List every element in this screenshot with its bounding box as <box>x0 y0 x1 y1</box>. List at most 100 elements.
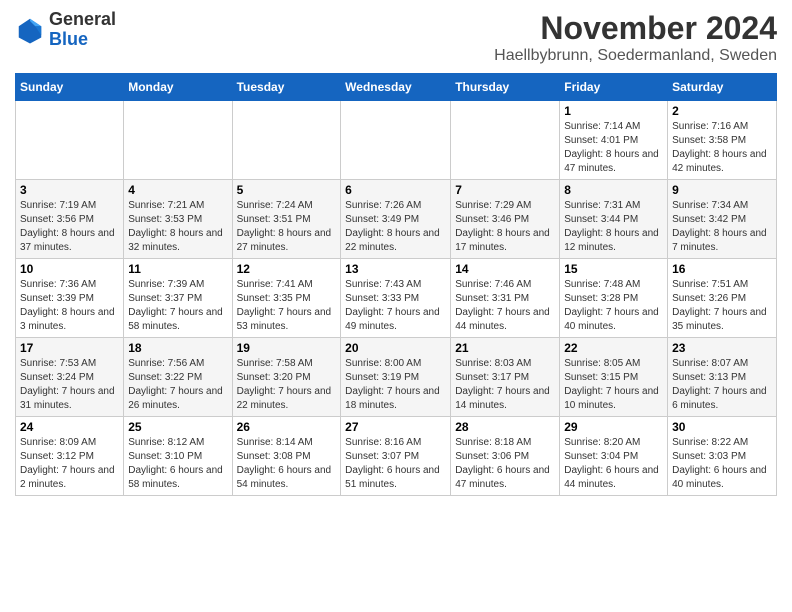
location-title: Haellbybrunn, Soedermanland, Sweden <box>494 47 777 65</box>
logo-icon <box>15 15 45 45</box>
day-info: Sunrise: 8:18 AMSunset: 3:06 PMDaylight:… <box>455 436 555 492</box>
calendar-cell: 29 Sunrise: 8:20 AMSunset: 3:04 PMDayligh… <box>560 417 668 496</box>
day-info: Sunrise: 7:29 AMSunset: 3:46 PMDaylight:… <box>455 199 555 255</box>
day-number: 10 <box>20 262 119 276</box>
weekday-header-saturday: Saturday <box>668 74 777 101</box>
day-info: Sunrise: 7:48 AMSunset: 3:28 PMDaylight:… <box>564 278 663 334</box>
day-info: Sunrise: 7:53 AMSunset: 3:24 PMDaylight:… <box>20 357 119 413</box>
day-number: 13 <box>345 262 446 276</box>
calendar-cell: 5 Sunrise: 7:24 AMSunset: 3:51 PMDaylight… <box>232 180 341 259</box>
day-number: 1 <box>564 104 663 118</box>
day-number: 24 <box>20 420 119 434</box>
calendar-cell: 11Sunrise: 7:39 AMSunset: 3:37 PMDayligh… <box>124 259 232 338</box>
day-number: 26 <box>237 420 337 434</box>
day-number: 22 <box>564 341 663 355</box>
day-info: Sunrise: 7:34 AMSunset: 3:42 PMDaylight:… <box>672 199 772 255</box>
calendar-cell <box>124 101 232 180</box>
month-title: November 2024 <box>494 10 777 47</box>
day-number: 21 <box>455 341 555 355</box>
day-number: 15 <box>564 262 663 276</box>
day-info: Sunrise: 7:24 AMSunset: 3:51 PMDaylight:… <box>237 199 337 255</box>
day-number: 20 <box>345 341 446 355</box>
week-row-3: 10 Sunrise: 7:36 AMSunset: 3:39 PMDayligh… <box>16 259 777 338</box>
calendar-cell: 19Sunrise: 7:58 AMSunset: 3:20 PMDayligh… <box>232 338 341 417</box>
calendar-cell: 9 Sunrise: 7:34 AMSunset: 3:42 PMDaylight… <box>668 180 777 259</box>
day-number: 28 <box>455 420 555 434</box>
day-info: Sunrise: 8:00 AMSunset: 3:19 PMDaylight:… <box>345 357 446 413</box>
day-number: 23 <box>672 341 772 355</box>
calendar-cell: 1 Sunrise: 7:14 AMSunset: 4:01 PMDaylight… <box>560 101 668 180</box>
calendar-cell <box>232 101 341 180</box>
day-info: Sunrise: 7:51 AMSunset: 3:26 PMDaylight:… <box>672 278 772 334</box>
calendar-cell: 4 Sunrise: 7:21 AMSunset: 3:53 PMDaylight… <box>124 180 232 259</box>
weekday-header-row: SundayMondayTuesdayWednesdayThursdayFrid… <box>16 74 777 101</box>
logo: General Blue <box>15 10 116 50</box>
day-info: Sunrise: 7:16 AMSunset: 3:58 PMDaylight:… <box>672 120 772 176</box>
calendar-cell: 16 Sunrise: 7:51 AMSunset: 3:26 PMDayligh… <box>668 259 777 338</box>
day-info: Sunrise: 7:39 AMSunset: 3:37 PMDaylight:… <box>128 278 227 334</box>
day-number: 30 <box>672 420 772 434</box>
week-row-5: 24Sunrise: 8:09 AMSunset: 3:12 PMDayligh… <box>16 417 777 496</box>
day-number: 8 <box>564 183 663 197</box>
weekday-header-wednesday: Wednesday <box>341 74 451 101</box>
calendar-cell: 25 Sunrise: 8:12 AMSunset: 3:10 PMDayligh… <box>124 417 232 496</box>
day-number: 16 <box>672 262 772 276</box>
day-info: Sunrise: 8:16 AMSunset: 3:07 PMDaylight:… <box>345 436 446 492</box>
calendar-cell: 3 Sunrise: 7:19 AMSunset: 3:56 PMDaylight… <box>16 180 124 259</box>
calendar-cell: 28 Sunrise: 8:18 AMSunset: 3:06 PMDayligh… <box>451 417 560 496</box>
day-info: Sunrise: 7:43 AMSunset: 3:33 PMDaylight:… <box>345 278 446 334</box>
calendar-cell: 20 Sunrise: 8:00 AMSunset: 3:19 PMDayligh… <box>341 338 451 417</box>
day-info: Sunrise: 8:22 AMSunset: 3:03 PMDaylight:… <box>672 436 772 492</box>
weekday-header-sunday: Sunday <box>16 74 124 101</box>
day-number: 25 <box>128 420 227 434</box>
calendar-cell: 10 Sunrise: 7:36 AMSunset: 3:39 PMDayligh… <box>16 259 124 338</box>
calendar-cell: 26 Sunrise: 8:14 AMSunset: 3:08 PMDayligh… <box>232 417 341 496</box>
day-info: Sunrise: 7:41 AMSunset: 3:35 PMDaylight:… <box>237 278 337 334</box>
day-number: 4 <box>128 183 227 197</box>
day-info: Sunrise: 8:14 AMSunset: 3:08 PMDaylight:… <box>237 436 337 492</box>
weekday-header-friday: Friday <box>560 74 668 101</box>
day-info: Sunrise: 7:46 AMSunset: 3:31 PMDaylight:… <box>455 278 555 334</box>
calendar-cell: 23 Sunrise: 8:07 AMSunset: 3:13 PMDayligh… <box>668 338 777 417</box>
title-section: November 2024 Haellbybrunn, Soedermanlan… <box>494 10 777 65</box>
day-number: 3 <box>20 183 119 197</box>
day-number: 5 <box>237 183 337 197</box>
calendar-cell: 8 Sunrise: 7:31 AMSunset: 3:44 PMDaylight… <box>560 180 668 259</box>
weekday-header-thursday: Thursday <box>451 74 560 101</box>
day-number: 29 <box>564 420 663 434</box>
day-info: Sunrise: 7:14 AMSunset: 4:01 PMDaylight:… <box>564 120 663 176</box>
day-info: Sunrise: 7:19 AMSunset: 3:56 PMDaylight:… <box>20 199 119 255</box>
calendar-table: SundayMondayTuesdayWednesdayThursdayFrid… <box>15 73 777 496</box>
calendar-cell: 30 Sunrise: 8:22 AMSunset: 3:03 PMDayligh… <box>668 417 777 496</box>
day-info: Sunrise: 7:21 AMSunset: 3:53 PMDaylight:… <box>128 199 227 255</box>
day-number: 7 <box>455 183 555 197</box>
day-info: Sunrise: 7:31 AMSunset: 3:44 PMDaylight:… <box>564 199 663 255</box>
calendar-cell: 17Sunrise: 7:53 AMSunset: 3:24 PMDayligh… <box>16 338 124 417</box>
day-info: Sunrise: 7:36 AMSunset: 3:39 PMDaylight:… <box>20 278 119 334</box>
day-number: 18 <box>128 341 227 355</box>
calendar-cell: 15 Sunrise: 7:48 AMSunset: 3:28 PMDayligh… <box>560 259 668 338</box>
day-info: Sunrise: 8:07 AMSunset: 3:13 PMDaylight:… <box>672 357 772 413</box>
calendar-cell: 27 Sunrise: 8:16 AMSunset: 3:07 PMDayligh… <box>341 417 451 496</box>
weekday-header-tuesday: Tuesday <box>232 74 341 101</box>
day-number: 19 <box>237 341 337 355</box>
day-number: 2 <box>672 104 772 118</box>
calendar-cell: 21 Sunrise: 8:03 AMSunset: 3:17 PMDayligh… <box>451 338 560 417</box>
day-info: Sunrise: 8:12 AMSunset: 3:10 PMDaylight:… <box>128 436 227 492</box>
calendar-cell: 13 Sunrise: 7:43 AMSunset: 3:33 PMDayligh… <box>341 259 451 338</box>
day-info: Sunrise: 7:56 AMSunset: 3:22 PMDaylight:… <box>128 357 227 413</box>
calendar-cell <box>341 101 451 180</box>
logo-blue: Blue <box>49 30 116 50</box>
day-number: 27 <box>345 420 446 434</box>
calendar-cell: 6Sunrise: 7:26 AMSunset: 3:49 PMDaylight… <box>341 180 451 259</box>
day-number: 9 <box>672 183 772 197</box>
week-row-1: 1 Sunrise: 7:14 AMSunset: 4:01 PMDaylight… <box>16 101 777 180</box>
day-info: Sunrise: 8:03 AMSunset: 3:17 PMDaylight:… <box>455 357 555 413</box>
day-number: 14 <box>455 262 555 276</box>
calendar-cell: 7 Sunrise: 7:29 AMSunset: 3:46 PMDaylight… <box>451 180 560 259</box>
calendar-cell <box>451 101 560 180</box>
weekday-header-monday: Monday <box>124 74 232 101</box>
logo-general: General <box>49 10 116 30</box>
day-info: Sunrise: 8:05 AMSunset: 3:15 PMDaylight:… <box>564 357 663 413</box>
day-info: Sunrise: 8:20 AMSunset: 3:04 PMDaylight:… <box>564 436 663 492</box>
